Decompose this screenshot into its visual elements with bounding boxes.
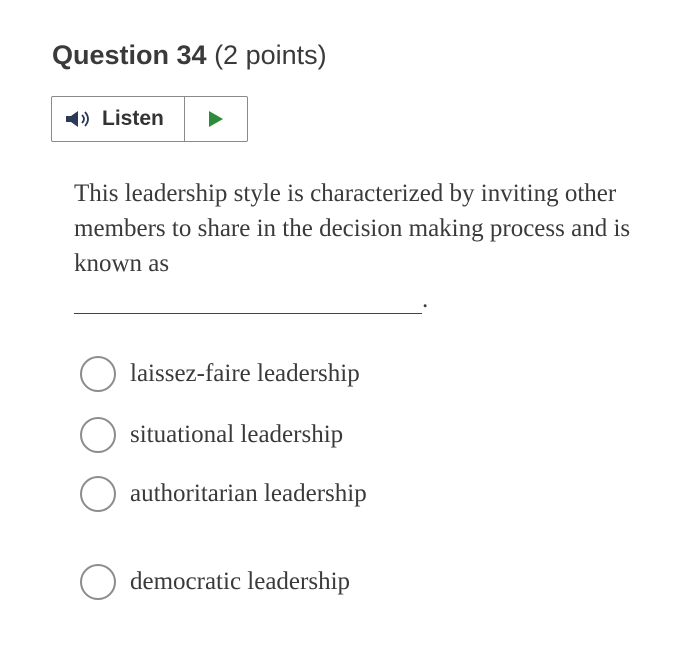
question-number: Question 34 <box>52 40 207 70</box>
option-label: laissez-faire leadership <box>130 360 360 387</box>
question-title: Question 34 (2 points) <box>52 40 327 71</box>
listen-widget: Listen <box>51 96 248 142</box>
option-label: democratic leadership <box>130 568 351 595</box>
option-laissez-faire[interactable]: laissez-faire leadership <box>80 354 360 394</box>
speaker-icon <box>64 109 94 129</box>
listen-label: Listen <box>102 107 164 130</box>
option-situational[interactable]: situational leadership <box>80 415 343 455</box>
play-button[interactable] <box>185 97 247 141</box>
answer-blank <box>74 313 422 314</box>
radio-button[interactable] <box>80 564 116 600</box>
option-label: situational leadership <box>130 421 344 448</box>
radio-button[interactable] <box>80 417 116 453</box>
option-authoritarian[interactable]: authoritarian leadership <box>80 474 367 514</box>
option-label: authoritarian leadership <box>130 480 367 507</box>
question-points: (2 points) <box>214 40 327 70</box>
option-democratic[interactable]: democratic leadership <box>80 562 350 602</box>
radio-button[interactable] <box>80 356 116 392</box>
blank-period: . <box>422 286 429 313</box>
listen-button[interactable]: Listen <box>52 97 185 141</box>
play-icon <box>209 111 223 127</box>
question-prompt: This leadership style is characterized b… <box>74 180 631 277</box>
radio-button[interactable] <box>80 476 116 512</box>
